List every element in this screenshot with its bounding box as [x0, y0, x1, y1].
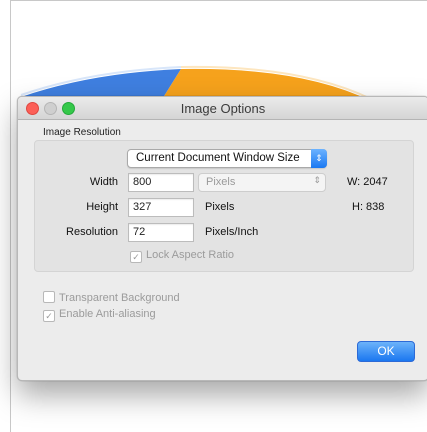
- height-unit: Pixels: [205, 201, 235, 213]
- image-resolution-heading: Image Resolution: [43, 127, 121, 138]
- lock-aspect-ratio-label: Lock Aspect Ratio: [146, 249, 235, 261]
- lock-aspect-ratio-checkbox[interactable]: ✓ Lock Aspect Ratio: [130, 249, 234, 263]
- up-down-chevron-icon: ⇕: [311, 149, 327, 168]
- size-preset-popup[interactable]: Current Document Window Size ⇕: [127, 149, 327, 168]
- height-input[interactable]: 327: [128, 198, 194, 217]
- height-label: Height: [86, 201, 118, 213]
- anti-aliasing-label: Enable Anti-aliasing: [59, 308, 156, 320]
- width-unit-popup: Pixels ⇕: [198, 173, 326, 192]
- checkbox-empty-icon: [43, 291, 55, 303]
- checkmark-icon: ✓: [43, 310, 55, 322]
- size-preset-selected: Current Document Window Size: [136, 152, 300, 164]
- resolution-input[interactable]: 72: [128, 223, 194, 242]
- up-down-chevron-icon: ⇕: [313, 175, 321, 185]
- transparent-background-checkbox[interactable]: Transparent Background: [43, 291, 180, 304]
- width-dimension: W: 2047: [347, 176, 388, 188]
- height-dimension: H: 838: [352, 201, 385, 213]
- resolution-label: Resolution: [66, 226, 118, 238]
- ok-button[interactable]: OK: [357, 341, 415, 362]
- width-unit-label: Pixels: [206, 176, 236, 188]
- width-input[interactable]: 800: [128, 173, 194, 192]
- anti-aliasing-checkbox[interactable]: ✓ Enable Anti-aliasing: [43, 308, 156, 322]
- dialog-title: Image Options: [180, 101, 266, 116]
- checkmark-icon: ✓: [130, 251, 142, 263]
- transparent-background-label: Transparent Background: [59, 292, 180, 304]
- dialog-titlebar[interactable]: Image Options: [18, 97, 427, 120]
- width-label: Width: [89, 176, 118, 188]
- image-options-dialog: Image Options Image Resolution Current D…: [17, 96, 427, 381]
- resolution-unit: Pixels/Inch: [205, 226, 259, 238]
